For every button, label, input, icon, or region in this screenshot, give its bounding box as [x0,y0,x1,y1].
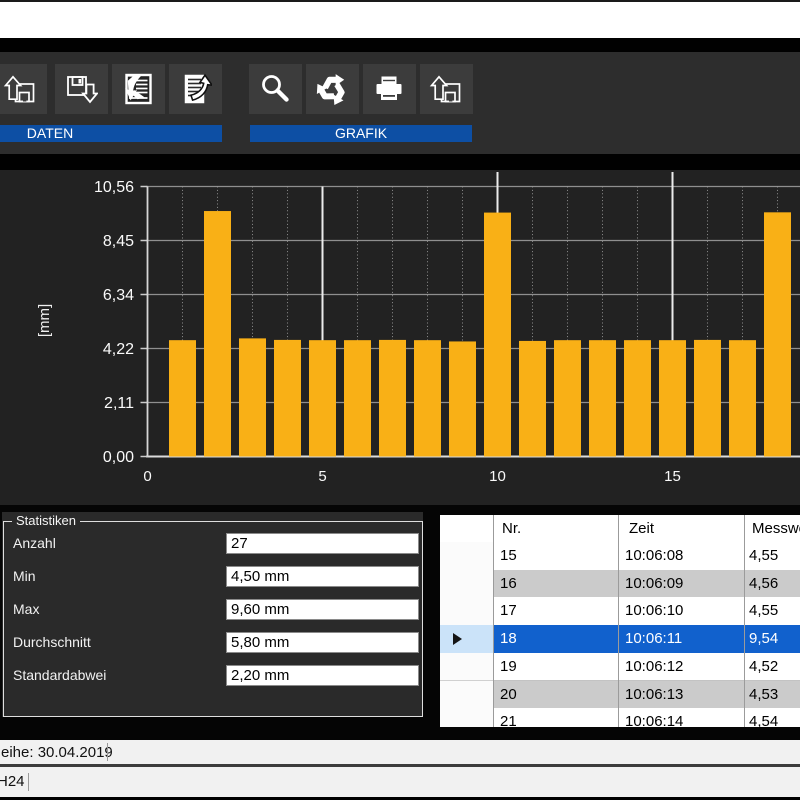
svg-text:10,56: 10,56 [94,179,134,196]
svg-text:[mm]: [mm] [36,304,53,337]
svg-text:8,45: 8,45 [103,233,134,250]
svg-text:5: 5 [318,468,326,485]
svg-text:2,11: 2,11 [104,395,134,412]
svg-text:0,00: 0,00 [103,449,134,466]
svg-text:10: 10 [489,468,506,485]
svg-text:4,22: 4,22 [103,341,134,358]
svg-text:0: 0 [143,468,151,485]
svg-text:6,34: 6,34 [103,287,134,304]
svg-text:15: 15 [664,468,681,485]
